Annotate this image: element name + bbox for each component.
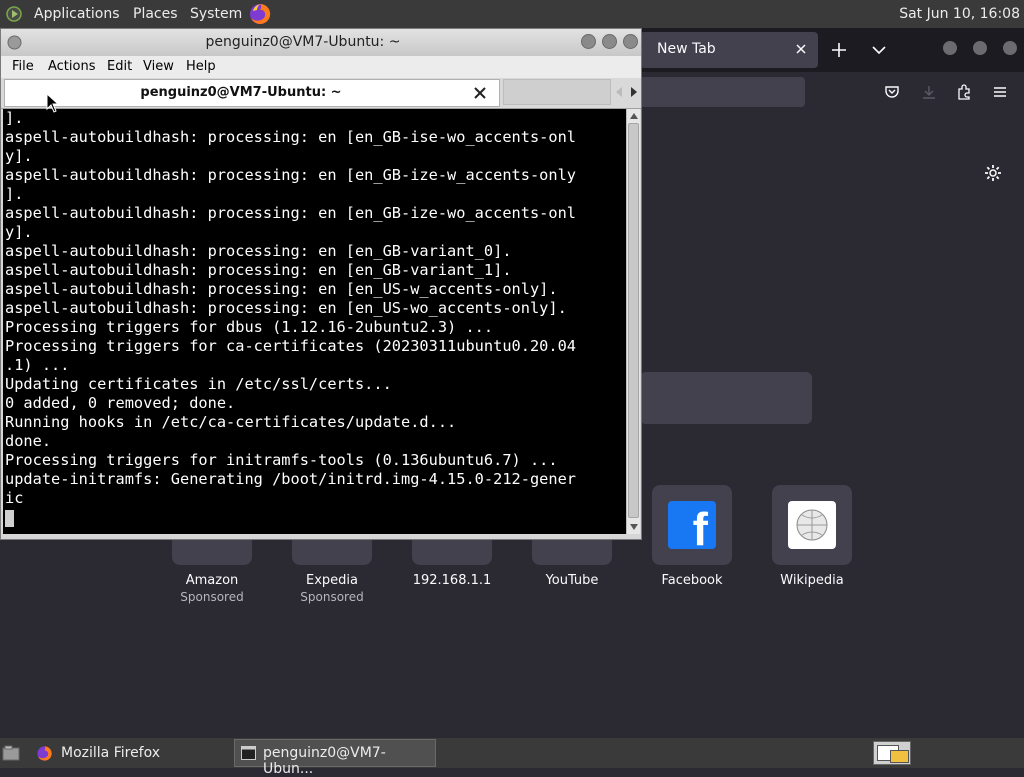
facebook-tile[interactable]: f — [652, 485, 732, 565]
firefox-tab-new-tab[interactable]: New Tab — [640, 32, 818, 68]
distro-logo-icon[interactable] — [6, 6, 22, 22]
firefox-maximize-button[interactable] — [973, 41, 987, 55]
menu-actions[interactable]: Actions — [48, 59, 96, 74]
tab-scroll-left-icon[interactable] — [615, 87, 623, 97]
close-tab-icon[interactable] — [792, 40, 810, 58]
taskbar-item-firefox[interactable]: Mozilla Firefox — [30, 739, 230, 767]
shortcut-name: Facebook — [661, 573, 723, 588]
minimize-button[interactable] — [581, 34, 596, 49]
terminal-window[interactable]: penguinz0@VM7-Ubuntu: ~ File Actions Edi… — [0, 28, 642, 540]
pocket-icon[interactable] — [883, 83, 901, 101]
terminal-tab[interactable]: penguinz0@VM7-Ubuntu: ~ — [4, 79, 500, 107]
terminal-tabbar: penguinz0@VM7-Ubuntu: ~ — [1, 78, 641, 109]
terminal-scrollbar[interactable] — [626, 109, 640, 534]
shortcut-facebook[interactable]: f Facebook — [642, 485, 742, 589]
terminal-icon — [241, 746, 256, 760]
tab-spacer — [503, 79, 611, 105]
sponsored-label: Sponsored — [300, 590, 364, 604]
taskbar-label: Mozilla Firefox — [61, 745, 161, 761]
shortcut-name: Expedia — [306, 573, 358, 588]
shortcut-name: YouTube — [545, 573, 599, 588]
wikipedia-logo-bg — [788, 501, 836, 549]
list-tabs-chevron-icon[interactable] — [869, 40, 889, 60]
firefox-minimize-button[interactable] — [943, 41, 957, 55]
menu-help[interactable]: Help — [186, 59, 216, 74]
wikipedia-globe-icon — [796, 509, 828, 541]
url-bar[interactable] — [640, 77, 805, 107]
workspace-switcher[interactable] — [873, 741, 911, 765]
gear-icon[interactable] — [983, 163, 1003, 183]
facebook-logo-icon: f — [668, 501, 716, 549]
shortcut-wikipedia[interactable]: Wikipedia — [762, 485, 862, 589]
wikipedia-tile[interactable] — [772, 485, 852, 565]
menu-view[interactable]: View — [143, 59, 174, 74]
scroll-down-arrow-icon[interactable] — [629, 522, 639, 532]
applications-menu[interactable]: Applications — [34, 0, 120, 28]
menu-file[interactable]: File — [12, 59, 34, 74]
terminal-titlebar[interactable]: penguinz0@VM7-Ubuntu: ~ — [1, 29, 641, 56]
scrollbar-thumb[interactable] — [628, 123, 639, 518]
search-box[interactable] — [640, 372, 812, 424]
workspace-window-thumb — [890, 750, 909, 763]
tab-scroll-right-icon[interactable] — [630, 87, 638, 97]
mouse-pointer-icon — [46, 93, 60, 113]
firefox-icon — [37, 746, 52, 761]
bookmarks-toolbar — [640, 112, 1024, 143]
menu-edit[interactable]: Edit — [107, 59, 132, 74]
clock[interactable]: Sat Jun 10, 16:08 — [895, 0, 1024, 28]
scroll-up-arrow-icon[interactable] — [629, 111, 639, 121]
shortcut-name: Amazon — [185, 573, 239, 588]
close-tab-icon[interactable] — [473, 86, 487, 100]
places-menu[interactable]: Places — [133, 0, 178, 28]
new-tab-plus-icon[interactable] — [829, 40, 849, 60]
firefox-launcher-icon[interactable] — [248, 2, 272, 26]
taskbar-item-terminal[interactable]: penguinz0@VM7-Ubun... — [234, 739, 436, 777]
tab-label: penguinz0@VM7-Ubuntu: ~ — [140, 85, 342, 100]
download-icon[interactable] — [920, 83, 938, 101]
shortcut-name: 192.168.1.1 — [412, 573, 492, 588]
system-menu[interactable]: System — [190, 0, 242, 28]
top-panel: Applications Places System Sat Jun 10, 1… — [0, 0, 1024, 28]
firefox-close-button[interactable] — [1003, 41, 1017, 55]
shortcut-name: Wikipedia — [780, 573, 844, 588]
terminal-menubar: File Actions Edit View Help — [1, 56, 641, 78]
terminal-text: ]. aspell-autobuildhash: processing: en … — [5, 109, 576, 507]
text-cursor — [5, 510, 14, 527]
hamburger-menu-icon[interactable] — [991, 83, 1009, 101]
taskbar-label: penguinz0@VM7-Ubun... — [263, 745, 386, 777]
show-desktop-icon[interactable] — [2, 745, 20, 761]
close-button[interactable] — [623, 34, 638, 49]
window-title: penguinz0@VM7-Ubuntu: ~ — [205, 34, 401, 50]
sponsored-label: Sponsored — [180, 590, 244, 604]
bottom-panel: Mozilla Firefox penguinz0@VM7-Ubun... — [0, 738, 1024, 777]
extensions-icon[interactable] — [955, 83, 973, 101]
terminal-output[interactable]: ]. aspell-autobuildhash: processing: en … — [3, 109, 626, 534]
maximize-button[interactable] — [602, 34, 617, 49]
tab-title: New Tab — [657, 41, 716, 57]
